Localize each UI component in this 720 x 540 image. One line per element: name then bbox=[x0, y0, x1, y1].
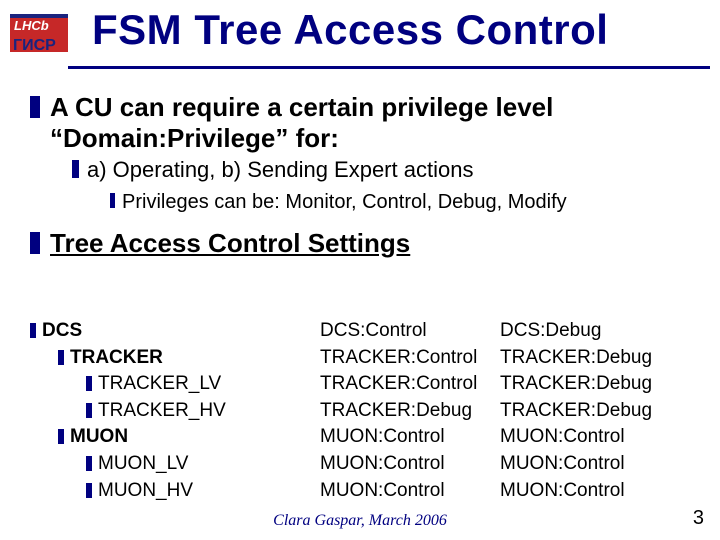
tree-label: MUON bbox=[70, 426, 128, 447]
tree-row: TRACKER_HV bbox=[86, 398, 320, 425]
tree-label: DCS bbox=[42, 320, 82, 341]
cell: MUON:Control bbox=[320, 478, 500, 505]
slide: LHCb ГИСР FSM Tree Access Control A CU c… bbox=[0, 0, 720, 540]
bullet-1-subsub: Privileges can be: Monitor, Control, Deb… bbox=[110, 190, 710, 214]
bullet-icon bbox=[86, 456, 92, 471]
cell: TRACKER:Control bbox=[320, 371, 500, 398]
tree-row: DCS bbox=[30, 318, 320, 345]
cell: TRACKER:Debug bbox=[500, 345, 680, 372]
title-underline bbox=[68, 66, 710, 69]
tree-column: DCS TRACKER TRACKER_LV TRACKER_HV MUON M… bbox=[30, 318, 320, 504]
cell: TRACKER:Control bbox=[320, 345, 500, 372]
col-expert: DCS:Debug TRACKER:Debug TRACKER:Debug TR… bbox=[500, 318, 680, 504]
col-operate: DCS:Control TRACKER:Control TRACKER:Cont… bbox=[320, 318, 500, 504]
bullet-icon bbox=[30, 96, 40, 118]
cell: TRACKER:Debug bbox=[500, 398, 680, 425]
bullet-1-sub: a) Operating, b) Sending Expert actions bbox=[72, 157, 710, 183]
bullet-icon bbox=[58, 350, 64, 365]
cell: DCS:Debug bbox=[500, 318, 680, 345]
svg-text:ГИСР: ГИСР bbox=[13, 37, 56, 54]
bullet-icon bbox=[86, 483, 92, 498]
slide-title: FSM Tree Access Control bbox=[92, 6, 608, 54]
access-control-table: DCS TRACKER TRACKER_LV TRACKER_HV MUON M… bbox=[30, 318, 710, 504]
bullet-icon bbox=[30, 323, 36, 338]
tree-label: TRACKER_LV bbox=[98, 373, 221, 394]
bullet-1: A CU can require a certain privilege lev… bbox=[30, 92, 710, 153]
cell: TRACKER:Debug bbox=[320, 398, 500, 425]
tree-row: MUON_HV bbox=[86, 478, 320, 505]
heading-2-text: Tree Access Control Settings bbox=[50, 228, 410, 258]
cell: MUON:Control bbox=[320, 424, 500, 451]
bullet-icon bbox=[86, 403, 92, 418]
bullet-icon bbox=[58, 429, 64, 444]
tree-label: MUON_HV bbox=[98, 480, 193, 501]
footer-author-date: Clara Gaspar, March 2006 bbox=[0, 512, 720, 530]
bullet-icon bbox=[110, 193, 115, 208]
bullet-1-subsub-text: Privileges can be: Monitor, Control, Deb… bbox=[122, 191, 567, 213]
cell: MUON:Control bbox=[500, 451, 680, 478]
cell: MUON:Control bbox=[500, 478, 680, 505]
bullet-1-sub-text: a) Operating, b) Sending Expert actions bbox=[87, 157, 473, 182]
tree-row: TRACKER bbox=[58, 345, 320, 372]
tree-label: TRACKER bbox=[70, 347, 163, 368]
cell: DCS:Control bbox=[320, 318, 500, 345]
tree-label: MUON_LV bbox=[98, 453, 188, 474]
lhcb-logo: LHCb ГИСР bbox=[10, 10, 68, 60]
bullet-icon bbox=[86, 376, 92, 391]
cell: MUON:Control bbox=[500, 424, 680, 451]
bullet-1-text-line2: “Domain:Privilege” for: bbox=[50, 123, 339, 153]
cell: MUON:Control bbox=[320, 451, 500, 478]
tree-label: TRACKER_HV bbox=[98, 400, 226, 421]
bullet-icon bbox=[72, 160, 79, 178]
cell: TRACKER:Debug bbox=[500, 371, 680, 398]
page-number: 3 bbox=[693, 507, 704, 530]
heading-2: Tree Access Control Settings bbox=[30, 228, 710, 259]
bullet-1-text-line1: A CU can require a certain privilege lev… bbox=[50, 92, 553, 122]
tree-row: TRACKER_LV bbox=[86, 371, 320, 398]
tree-row: MUON bbox=[58, 424, 320, 451]
tree-row: MUON_LV bbox=[86, 451, 320, 478]
bullet-icon bbox=[30, 232, 40, 254]
svg-text:LHCb: LHCb bbox=[14, 18, 49, 33]
slide-body: A CU can require a certain privilege lev… bbox=[30, 90, 710, 260]
